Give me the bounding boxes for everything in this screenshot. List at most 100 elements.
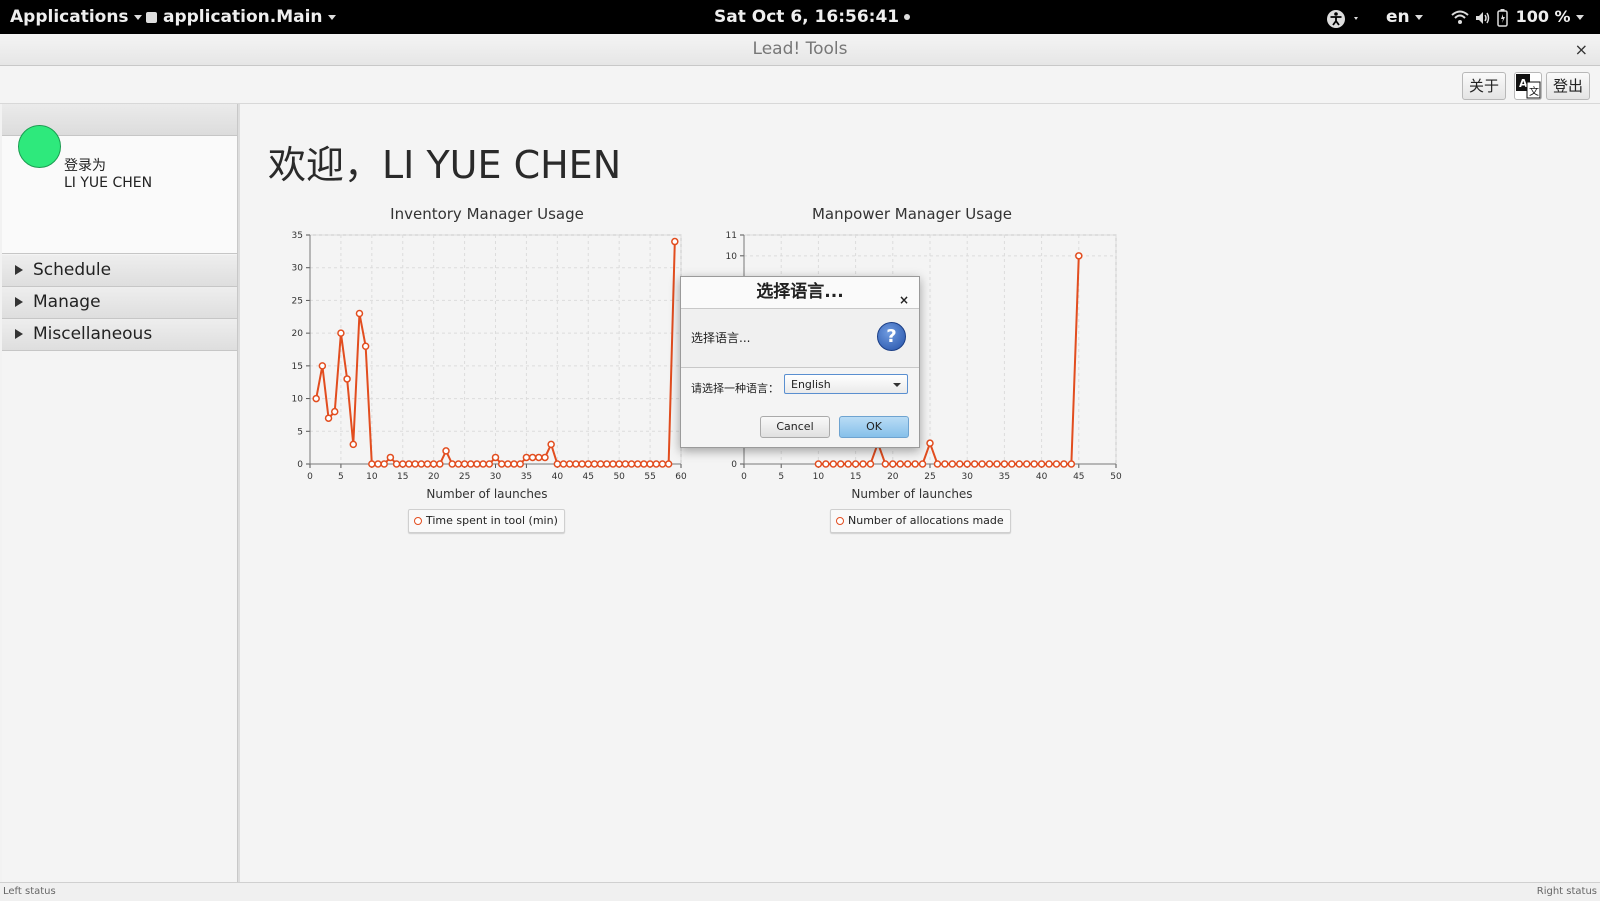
data-point — [479, 460, 487, 468]
legend-marker-icon — [836, 517, 844, 525]
language-prompt: 请选择一种语言： — [691, 382, 779, 395]
data-point — [978, 460, 986, 468]
y-tick-label: 25 — [292, 296, 303, 306]
dialog-header: 选择语言... ? — [681, 309, 919, 368]
x-tick-label: 0 — [741, 472, 747, 482]
data-point — [941, 460, 949, 468]
data-point — [671, 237, 679, 246]
data-point — [633, 460, 642, 468]
data-point — [565, 460, 574, 468]
legend-inventory[interactable]: Time spent in tool (min) — [408, 509, 565, 533]
x-tick-label: 5 — [338, 472, 344, 482]
data-point — [985, 460, 994, 468]
data-point — [473, 460, 481, 468]
data-point — [386, 453, 395, 462]
data-point — [368, 460, 376, 468]
data-point — [640, 460, 648, 468]
ok-button[interactable]: OK — [839, 416, 909, 438]
data-point — [584, 460, 592, 468]
data-point — [343, 375, 351, 383]
data-point — [454, 460, 463, 468]
data-point — [652, 460, 661, 468]
x-tick-label: 35 — [521, 472, 532, 482]
data-point — [926, 439, 934, 447]
data-point — [596, 460, 605, 468]
left-status: Left status — [3, 886, 56, 897]
x-tick-label: 50 — [613, 472, 625, 482]
x-tick-label: 0 — [307, 472, 313, 482]
data-point — [510, 460, 518, 468]
y-tick-label: 10 — [726, 252, 738, 262]
data-point — [1008, 460, 1016, 468]
data-point — [318, 362, 327, 370]
data-point — [572, 460, 580, 468]
data-point — [324, 414, 333, 422]
data-point — [1030, 460, 1038, 468]
language-select[interactable]: English — [784, 374, 908, 394]
data-point — [535, 453, 543, 462]
data-point — [411, 460, 419, 468]
status-bar: Left status Right status — [0, 882, 1600, 901]
data-point — [1067, 460, 1076, 468]
x-axis-label-inventory: Number of launches — [426, 487, 548, 501]
data-point — [918, 460, 927, 468]
data-point — [844, 460, 852, 468]
data-point — [330, 407, 339, 416]
legend-manpower[interactable]: Number of allocations made — [830, 509, 1011, 533]
data-point — [664, 460, 673, 468]
x-tick-label: 45 — [1073, 472, 1084, 482]
data-point — [355, 309, 364, 318]
data-point — [866, 460, 875, 468]
data-point — [436, 460, 444, 468]
data-point — [423, 460, 432, 468]
data-point — [1052, 460, 1061, 468]
data-point — [448, 460, 456, 468]
data-point — [1037, 460, 1046, 468]
dialog-title[interactable]: 选择语言... × — [681, 277, 919, 309]
data-point — [956, 460, 964, 468]
data-point — [658, 460, 667, 468]
y-tick-label: 0 — [731, 460, 737, 470]
data-point — [1015, 460, 1024, 468]
data-point — [814, 460, 823, 468]
data-point — [405, 460, 413, 468]
data-point — [380, 460, 388, 468]
data-point — [429, 460, 438, 468]
x-tick-label: 30 — [490, 472, 502, 482]
data-point — [970, 460, 979, 468]
data-point — [547, 440, 555, 449]
data-point — [399, 460, 407, 468]
x-tick-label: 20 — [887, 472, 899, 482]
data-point — [541, 453, 549, 462]
data-point — [822, 460, 830, 468]
x-tick-label: 30 — [961, 472, 973, 482]
data-point — [1075, 252, 1083, 260]
data-point — [889, 460, 897, 468]
data-point — [627, 460, 636, 468]
data-point — [485, 460, 494, 468]
cancel-button[interactable]: Cancel — [760, 416, 830, 438]
x-tick-label: 5 — [778, 472, 784, 482]
data-point — [903, 460, 912, 468]
data-point — [553, 460, 562, 468]
y-tick-label: 35 — [292, 231, 303, 241]
data-point — [851, 460, 860, 468]
x-axis-label-manpower: Number of launches — [851, 487, 973, 501]
x-tick-label: 50 — [1110, 472, 1122, 482]
data-point — [374, 460, 382, 468]
x-tick-label: 15 — [397, 472, 408, 482]
x-tick-label: 45 — [583, 472, 594, 482]
x-tick-label: 55 — [644, 472, 655, 482]
chevron-down-icon — [893, 383, 901, 387]
data-point — [578, 460, 586, 468]
data-point — [590, 460, 599, 468]
data-point — [933, 460, 942, 468]
data-point — [392, 460, 401, 468]
x-tick-label: 25 — [459, 472, 470, 482]
data-point — [312, 394, 320, 403]
x-tick-label: 20 — [428, 472, 440, 482]
y-tick-label: 5 — [297, 427, 303, 437]
data-point — [859, 460, 867, 468]
y-tick-label: 15 — [292, 362, 303, 372]
data-point — [1060, 460, 1068, 468]
